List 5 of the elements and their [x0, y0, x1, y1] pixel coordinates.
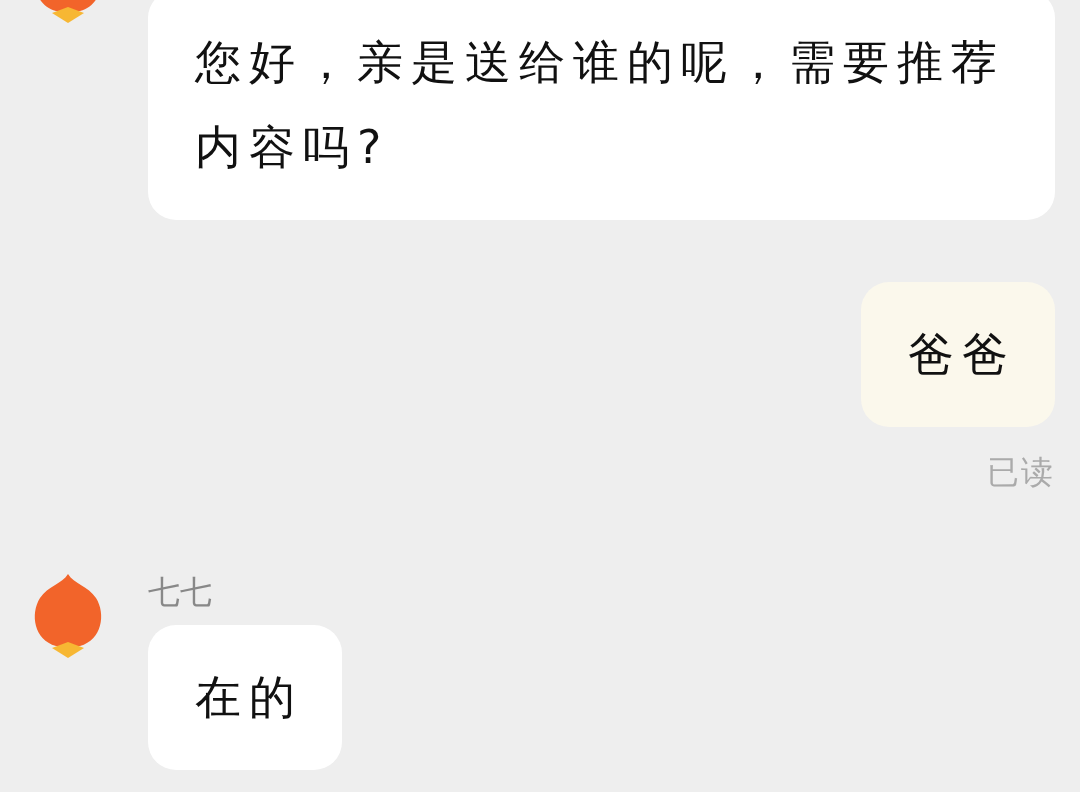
- message-bubble: 爸爸: [861, 282, 1055, 427]
- message-bubble: 您好，亲是送给谁的呢，需要推荐内容吗?: [148, 0, 1055, 220]
- read-receipt: 已读: [987, 452, 1055, 492]
- message-bubble: 在的: [148, 625, 342, 770]
- sender-name: 七七: [148, 572, 212, 612]
